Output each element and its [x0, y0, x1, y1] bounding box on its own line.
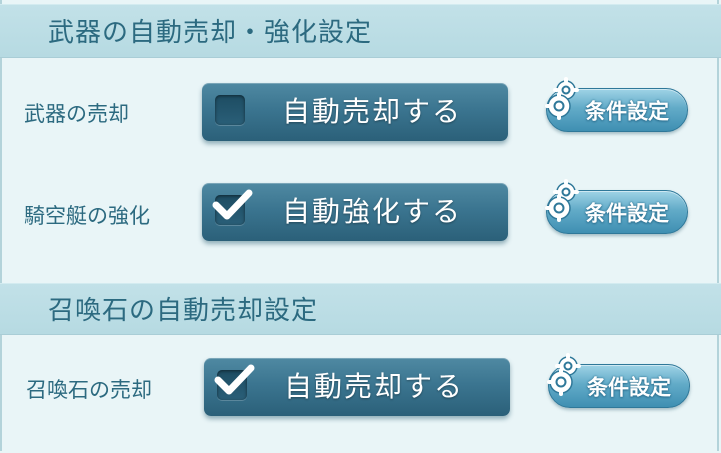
auto-sell-summon-toggle[interactable]: 自動売却する: [204, 358, 510, 416]
settings-label: 条件設定: [585, 99, 669, 124]
auto-sell-weapon-label: 自動売却する: [282, 95, 463, 128]
auto-enhance-airship-toggle[interactable]: 自動強化する: [202, 183, 508, 241]
check-icon: [214, 364, 255, 395]
weapon-section-header: 武器の自動売却・強化設定: [0, 4, 721, 58]
auto-sell-weapon-toggle[interactable]: 自動売却する: [202, 83, 508, 141]
settings-label: 条件設定: [587, 375, 671, 400]
weapon-sell-settings-button[interactable]: 条件設定: [544, 77, 690, 134]
settings-label: 条件設定: [585, 201, 669, 226]
gear-icon: [545, 179, 579, 222]
auto-enhance-airship-label: 自動強化する: [282, 195, 463, 228]
gear-icon: [545, 77, 579, 120]
weapon-sell-label: 武器の売却: [24, 102, 129, 126]
airship-enhance-settings-button[interactable]: 条件設定: [544, 179, 690, 236]
airship-enhance-label: 騎空艇の強化: [24, 204, 150, 228]
weapon-section-title: 武器の自動売却・強化設定: [48, 17, 373, 48]
summon-section-title: 召喚石の自動売却設定: [48, 295, 319, 326]
auto-sell-summon-label: 自動売却する: [284, 370, 465, 403]
summon-section-header: 召喚石の自動売却設定: [0, 283, 721, 335]
gear-icon: [547, 353, 581, 396]
summon-sell-label: 召喚石の売却: [26, 378, 152, 402]
summon-sell-settings-button[interactable]: 条件設定: [546, 353, 692, 410]
empty-checkbox[interactable]: [215, 95, 245, 125]
check-icon: [212, 189, 253, 220]
